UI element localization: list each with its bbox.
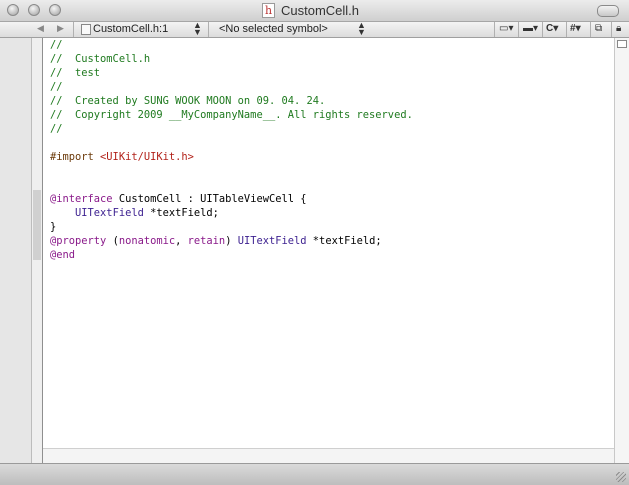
code-token: CustomCell : UITableViewCell { [112, 193, 307, 205]
code-token: ( [106, 235, 119, 247]
bookmarks-menu[interactable]: ▭▾ [494, 22, 518, 37]
code-token: // [50, 39, 63, 51]
window-title-group: h CustomCell.h [262, 2, 359, 19]
code-editor[interactable]: // // CustomCell.h // test // // Created by … [43, 38, 614, 448]
counterpart-icon: ⧉ [595, 23, 603, 34]
breakpoints-icon: ▬▾ [523, 23, 539, 34]
code-line[interactable]: // CustomCell.h [50, 52, 413, 66]
symbol-popup[interactable]: <No selected symbol> ▲ ▼ [208, 20, 373, 37]
window-title: CustomCell.h [281, 3, 360, 18]
symbol-popup-label: <No selected symbol> [219, 23, 328, 35]
code-line[interactable]: } [50, 220, 413, 234]
file-history-popup[interactable]: CustomCell.h:1 ▲ ▼ [73, 20, 208, 37]
forward-arrow-icon[interactable]: ▶ [57, 23, 64, 34]
code-token: *textField; [306, 235, 382, 247]
code-token: #import [50, 151, 101, 163]
toolbar-toggle-icon[interactable] [597, 5, 619, 17]
status-bar [0, 463, 629, 485]
class-menu-label: C [546, 23, 554, 34]
code-token: // test [50, 67, 101, 79]
split-view-icon[interactable] [617, 40, 627, 48]
code-line[interactable]: // [50, 80, 413, 94]
code-line[interactable] [50, 164, 413, 178]
code-line[interactable]: // [50, 38, 413, 52]
code-token: ) [225, 235, 238, 247]
code-line[interactable]: // [50, 122, 413, 136]
breakpoints-menu[interactable]: ▬▾ [518, 22, 542, 37]
code-token: @interface [50, 193, 113, 205]
counterpart-button[interactable]: ⧉ [590, 22, 611, 37]
code-line[interactable]: #import <UIKit/UIKit.h> [50, 150, 413, 164]
fold-region-marker[interactable] [33, 190, 41, 260]
class-menu[interactable]: C▾ [542, 22, 566, 37]
code-token: // CustomCell.h [50, 53, 151, 65]
code-token: // Copyright 2009 __MyCompanyName__. All… [50, 109, 413, 121]
code-line[interactable]: @property (nonatomic, retain) UITextFiel… [50, 234, 413, 248]
file-icon [81, 24, 91, 35]
code-line[interactable] [50, 136, 413, 150]
popup-arrows-icon: ▲ ▼ [357, 20, 366, 37]
code-line[interactable]: UITextField *textField; [50, 206, 413, 220]
code-token: *textField; [143, 207, 219, 219]
line-gutter[interactable] [0, 38, 32, 463]
vertical-scrollbar[interactable] [614, 38, 629, 463]
code-token: // [50, 81, 63, 93]
popup-arrows-icon: ▲ ▼ [193, 20, 202, 37]
bookmarks-icon: ▭▾ [499, 23, 514, 34]
code-token: } [50, 221, 57, 233]
code-token: <UIKit/UIKit.h> [100, 151, 194, 163]
code-token: retain [187, 235, 226, 247]
code-line[interactable]: // test [50, 66, 413, 80]
code-token: // [50, 123, 63, 135]
zoom-icon[interactable] [49, 4, 61, 16]
code-token: UITextField [75, 207, 144, 219]
lock-button[interactable]: 🔒︎ [611, 22, 629, 37]
code-token: @end [50, 249, 76, 261]
class-menu-icon: C▾ [546, 23, 559, 34]
code-line[interactable]: // Created by SUNG WOOK MOON on 09. 04. … [50, 94, 413, 108]
resize-grip-icon[interactable] [616, 472, 626, 482]
code-token: UITextField [237, 235, 307, 247]
code-line[interactable]: @interface CustomCell : UITableViewCell … [50, 192, 413, 206]
code-token: // Created by SUNG WOOK MOON on 09. 04. … [50, 95, 326, 107]
source-code[interactable]: // // CustomCell.h // test // // Created by … [50, 38, 413, 262]
minimize-icon[interactable] [28, 4, 40, 16]
close-icon[interactable] [7, 4, 19, 16]
lock-icon: 🔒︎ [616, 23, 622, 34]
code-token: nonatomic [118, 235, 176, 247]
back-arrow-icon[interactable]: ◀ [37, 23, 44, 34]
code-token: @property [50, 235, 107, 247]
code-line[interactable]: @end [50, 248, 413, 262]
file-location-label: CustomCell.h:1 [93, 23, 169, 35]
pragma-menu[interactable]: #▾ [566, 22, 590, 37]
title-bar: h CustomCell.h [0, 0, 629, 22]
horizontal-scrollbar[interactable] [43, 448, 614, 464]
pragma-menu-icon: #▾ [570, 23, 581, 34]
code-token: , [175, 235, 188, 247]
pragma-menu-label: # [570, 23, 576, 34]
header-file-icon: h [262, 3, 275, 18]
code-line[interactable]: // Copyright 2009 __MyCompanyName__. All… [50, 108, 413, 122]
navigation-bar: ◀ ▶ CustomCell.h:1 ▲ ▼ <No selected symbo… [0, 20, 629, 38]
code-line[interactable] [50, 178, 413, 192]
